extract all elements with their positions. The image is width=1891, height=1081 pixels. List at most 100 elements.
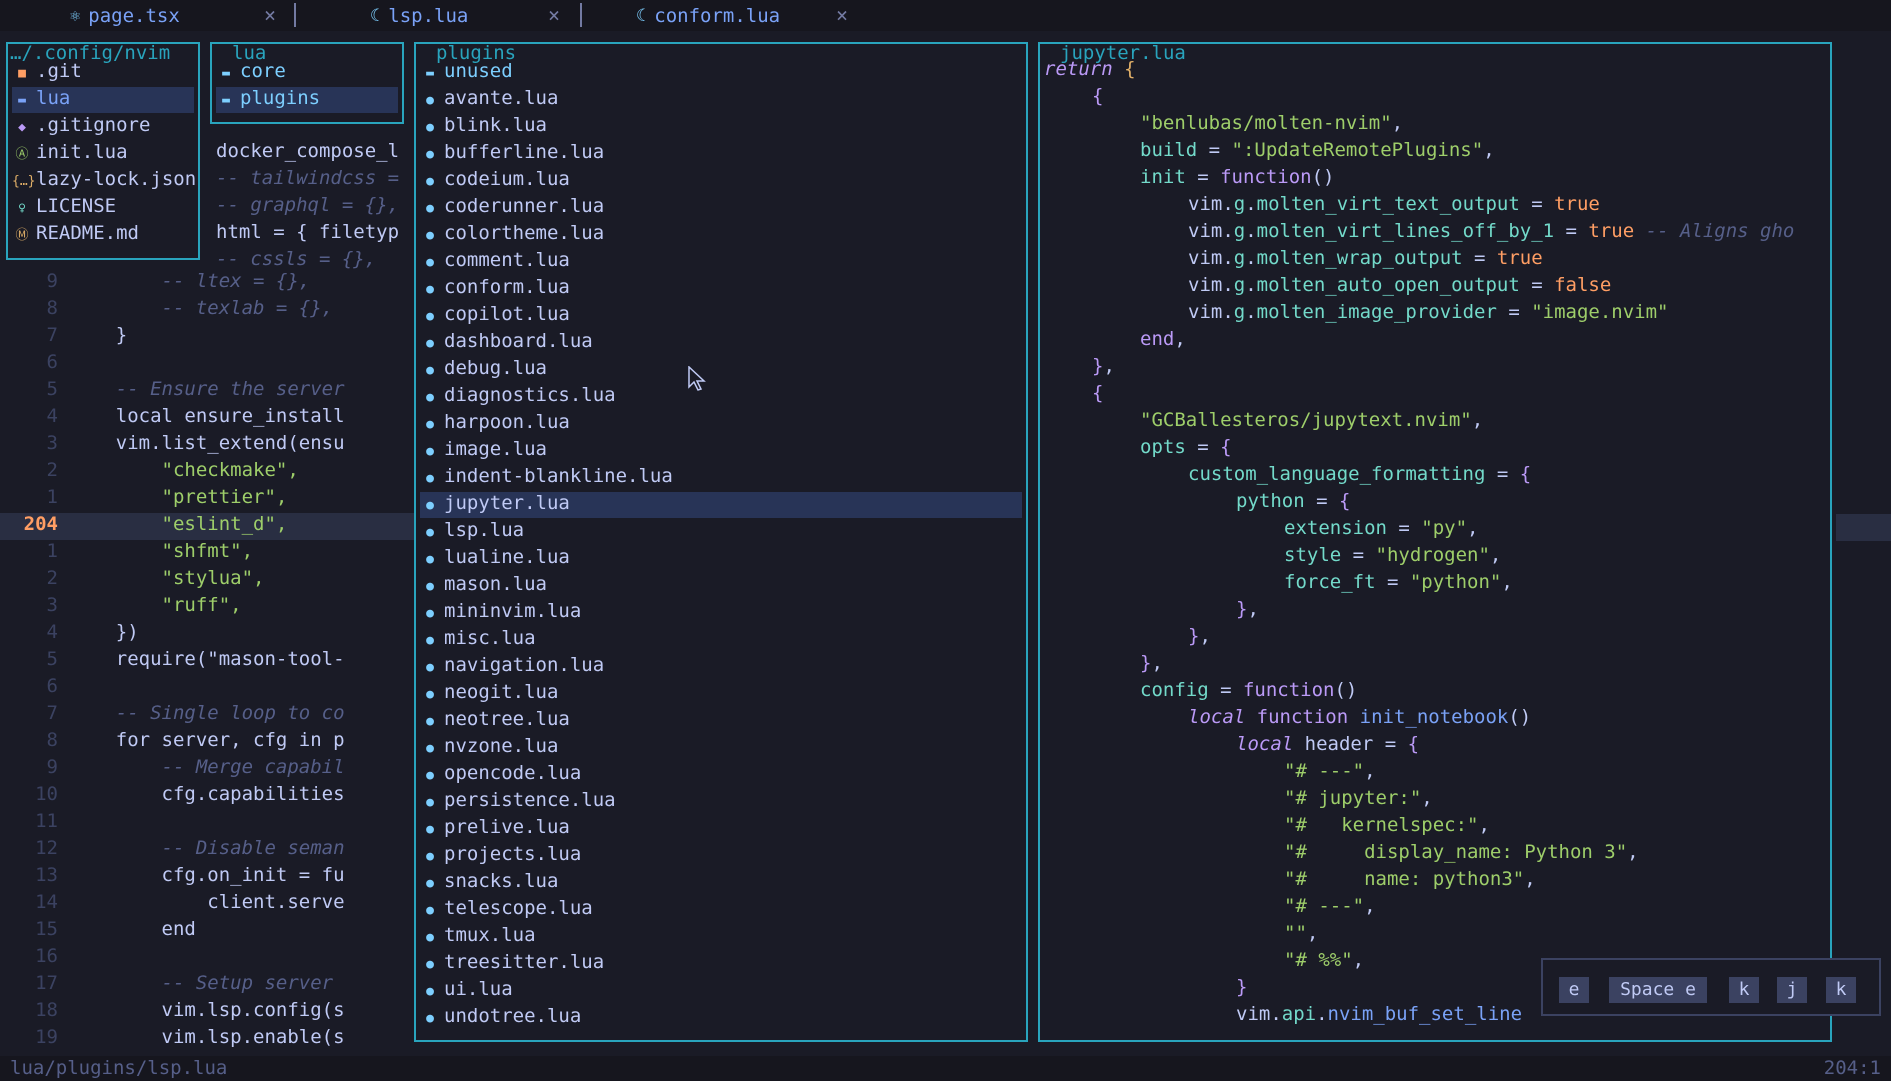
file-tree-item[interactable]: ▬ lua <box>12 87 194 113</box>
code-line[interactable]: 7 } <box>0 324 420 351</box>
lua-icon: ● <box>426 660 434 675</box>
code-line[interactable]: 8 for server, cfg in p <box>0 729 420 756</box>
file-tree-item[interactable]: ● persistence.lua <box>420 789 1022 815</box>
code-line[interactable]: 8 -- texlab = {}, <box>0 297 420 324</box>
file-tree-item[interactable]: ● coderunner.lua <box>420 195 1022 221</box>
code-line[interactable]: 15 end <box>0 918 420 945</box>
tab-conform-lua[interactable]: ☾ conform.lua × <box>636 0 858 31</box>
file-tree-item[interactable]: ● tmux.lua <box>420 924 1022 950</box>
file-tree-item[interactable]: ● snacks.lua <box>420 870 1022 896</box>
code-token: molten_virt_text_output <box>1256 193 1520 215</box>
code-line[interactable]: 12 -- Disable seman <box>0 837 420 864</box>
preview-code-line: vim.api.nvim_buf_set_line <box>1236 1003 1522 1030</box>
code-line[interactable]: 7 -- Single loop to co <box>0 702 420 729</box>
code-text: end <box>70 918 196 940</box>
file-tree-item[interactable]: ■ .git <box>12 60 194 86</box>
line-number: 15 <box>35 918 58 940</box>
lua-icon: ● <box>426 849 434 864</box>
file-tree-item[interactable]: ● conform.lua <box>420 276 1022 302</box>
file-tree-item[interactable]: ● mason.lua <box>420 573 1022 599</box>
file-tree-item[interactable]: ● codeium.lua <box>420 168 1022 194</box>
file-tree-item[interactable]: ● blink.lua <box>420 114 1022 140</box>
explorer-lua-panel[interactable]: lua ▬ core ▬ plugins <box>210 42 404 124</box>
code-line[interactable]: 9 -- ltex = {}, <box>0 270 420 297</box>
file-tree-item[interactable]: ● treesitter.lua <box>420 951 1022 977</box>
code-line[interactable]: 10 cfg.capabilities <box>0 783 420 810</box>
file-tree-item[interactable]: ◆ .gitignore <box>12 114 194 140</box>
file-tree-item[interactable]: ● prelive.lua <box>420 816 1022 842</box>
file-tree-item[interactable]: ● telescope.lua <box>420 897 1022 923</box>
code-line[interactable]: 19 vim.lsp.enable(s <box>0 1026 420 1053</box>
file-tree-item[interactable]: ● neotree.lua <box>420 708 1022 734</box>
code-token: build <box>1140 139 1198 161</box>
file-tree-item[interactable]: ▬ unused <box>420 60 1022 86</box>
file-tree-item[interactable]: ● copilot.lua <box>420 303 1022 329</box>
json-icon: {…} <box>12 174 36 189</box>
file-tree-item[interactable]: ● lsp.lua <box>420 519 1022 545</box>
tab-lsp-lua[interactable]: ☾ lsp.lua × <box>370 0 570 31</box>
explorer-root-panel[interactable]: …/.config/nvim ■ .git ▬ lua ◆ .gitignore Ⓐinit… <box>6 42 200 260</box>
code-line[interactable]: 13 cfg.on_init = fu <box>0 864 420 891</box>
close-icon[interactable]: × <box>264 3 276 27</box>
tab-page-tsx[interactable]: ⚛ page.tsx × <box>70 0 286 31</box>
file-tree-item[interactable]: ● avante.lua <box>420 87 1022 113</box>
code-line[interactable]: 5 require("mason-tool- <box>0 648 420 675</box>
code-token: , <box>1467 517 1479 539</box>
file-tree-item[interactable]: ● harpoon.lua <box>420 411 1022 437</box>
file-tree-item[interactable]: {…}lazy-lock.json <box>12 168 196 194</box>
code-token: = <box>1485 463 1520 485</box>
file-tree-item[interactable]: ● neogit.lua <box>420 681 1022 707</box>
file-tree-item[interactable]: ▬ plugins <box>216 87 398 113</box>
code-line[interactable]: 18 vim.lsp.config(s <box>0 999 420 1026</box>
code-line[interactable]: 3 "ruff", <box>0 594 420 621</box>
file-tree-item[interactable]: ● navigation.lua <box>420 654 1022 680</box>
code-line[interactable]: 9 -- Merge capabil <box>0 756 420 783</box>
file-tree-item[interactable]: ● undotree.lua <box>420 1005 1022 1031</box>
code-line[interactable]: 4 local ensure_install <box>0 405 420 432</box>
code-line[interactable]: 6 <box>0 351 420 378</box>
file-tree-item[interactable]: ● misc.lua <box>420 627 1022 653</box>
code-token: g <box>1233 301 1246 323</box>
code-token: , <box>1199 625 1211 647</box>
code-line[interactable]: 3 vim.list_extend(ensu <box>0 432 420 459</box>
file-tree-item[interactable]: ● image.lua <box>420 438 1022 464</box>
code-token: "# name: python3" <box>1284 868 1525 890</box>
file-tree-item[interactable]: Ⓐinit.lua <box>12 141 194 167</box>
preview-panel[interactable]: jupyter.lua return {{"benlubas/molten-nv… <box>1038 42 1832 1042</box>
code-line[interactable]: 4 }) <box>0 621 420 648</box>
code-line[interactable]: 11 <box>0 810 420 837</box>
explorer-plugins-panel[interactable]: plugins ▬ unused ● avante.lua ● blink.lua ● buf… <box>414 42 1028 1042</box>
file-tree-item[interactable]: ● bufferline.lua <box>420 141 1022 167</box>
code-text: "ruff", <box>70 594 242 616</box>
code-line[interactable]: 2 "stylua", <box>0 567 420 594</box>
file-tree-item[interactable]: ● nvzone.lua <box>420 735 1022 761</box>
file-tree-item[interactable]: ● dashboard.lua <box>420 330 1022 356</box>
file-tree-item[interactable]: ● jupyter.lua <box>420 492 1022 518</box>
file-tree-item[interactable]: ● opencode.lua <box>420 762 1022 788</box>
file-tree-item[interactable]: ● projects.lua <box>420 843 1022 869</box>
file-tree-item[interactable]: ● comment.lua <box>420 249 1022 275</box>
close-icon[interactable]: × <box>836 3 848 27</box>
code-text: -- graphql = {}, <box>216 194 400 216</box>
code-line[interactable]: 14 client.serve <box>0 891 420 918</box>
file-tree-item[interactable]: ● indent-blankline.lua <box>420 465 1022 491</box>
file-tree-item[interactable]: ● mininvim.lua <box>420 600 1022 626</box>
file-tree-item[interactable]: ▬ core <box>216 60 398 86</box>
preview-code-line: vim.g.molten_image_provider = "image.nvi… <box>1188 301 1669 328</box>
file-tree-item[interactable]: ● ui.lua <box>420 978 1022 1004</box>
code-line[interactable]: 5 -- Ensure the server <box>0 378 420 405</box>
code-line[interactable]: 1 "shfmt", <box>0 540 420 567</box>
code-line[interactable]: 2 "checkmake", <box>0 459 420 486</box>
code-line[interactable]: 17 -- Setup server <box>0 972 420 999</box>
file-tree-item[interactable]: ● diagnostics.lua <box>420 384 1022 410</box>
file-tree-item[interactable]: ♀ LICENSE <box>12 195 194 221</box>
code-line[interactable]: 204 "eslint_d", <box>0 513 420 540</box>
code-line[interactable]: 1 "prettier", <box>0 486 420 513</box>
file-tree-item[interactable]: ● colortheme.lua <box>420 222 1022 248</box>
code-line[interactable]: 16 <box>0 945 420 972</box>
close-icon[interactable]: × <box>548 3 560 27</box>
code-line[interactable]: 6 <box>0 675 420 702</box>
file-tree-item[interactable]: ● lualine.lua <box>420 546 1022 572</box>
file-tree-item[interactable]: ● debug.lua <box>420 357 1022 383</box>
file-tree-item[interactable]: Ⓜ README.md <box>12 222 194 248</box>
